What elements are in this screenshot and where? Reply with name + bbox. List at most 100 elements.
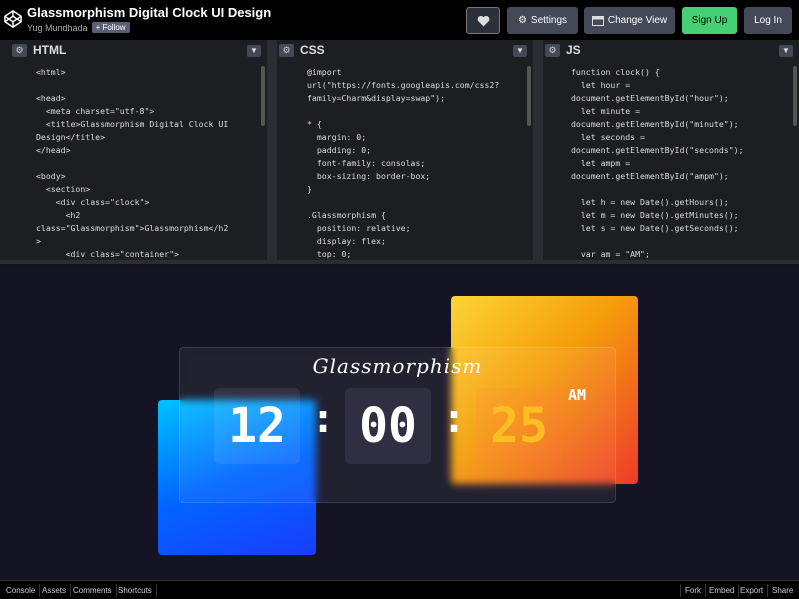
js-scrollbar[interactable]	[793, 66, 797, 126]
shortcuts-button[interactable]: Shortcuts	[114, 584, 157, 597]
code-line[interactable]	[571, 235, 793, 248]
html-scrollbar[interactable]	[261, 66, 265, 126]
layout-icon	[591, 15, 604, 26]
editor-preview-resizer[interactable]	[0, 260, 799, 264]
code-line[interactable]: let minute =	[571, 105, 793, 118]
code-line[interactable]: position: relative;	[307, 222, 527, 235]
html-panel-header: ⚙ HTML ▼	[0, 40, 267, 62]
share-button[interactable]: Share	[768, 584, 797, 597]
html-panel-title: HTML	[33, 43, 67, 57]
follow-button[interactable]: + Follow	[91, 22, 130, 33]
code-line[interactable]: display: flex;	[307, 235, 527, 248]
clock-title: Glassmorphism	[312, 354, 483, 378]
change-view-button[interactable]: Change View	[584, 7, 675, 34]
log-in-button[interactable]: Log In	[744, 7, 792, 34]
code-line[interactable]: <title>Glassmorphism Digital Clock UI	[36, 118, 261, 131]
js-editor-panel: ⚙ JS ▼ function clock() { let hour = docu…	[543, 40, 799, 260]
codepen-logo-icon[interactable]	[4, 10, 22, 28]
console-button[interactable]: Console	[2, 584, 41, 597]
js-code[interactable]: function clock() { let hour = document.ge…	[571, 66, 793, 260]
js-panel-title: JS	[566, 43, 581, 57]
code-line[interactable]	[307, 105, 527, 118]
code-line[interactable]: family=Charm&display=swap");	[307, 92, 527, 105]
code-line[interactable]: let m = new Date().getMinutes();	[571, 209, 793, 222]
settings-label: Settings	[530, 15, 568, 26]
change-view-label: Change View	[607, 15, 668, 26]
js-settings-icon[interactable]: ⚙	[545, 44, 560, 57]
code-line[interactable]: </head>	[36, 144, 261, 157]
code-line[interactable]: let seconds =	[571, 131, 793, 144]
code-line[interactable]: <html>	[36, 66, 261, 79]
code-line[interactable]: margin: 0;	[307, 131, 527, 144]
code-line[interactable]: url("https://fonts.googleapis.com/css2?	[307, 79, 527, 92]
settings-button[interactable]: ⚙ Settings	[507, 7, 578, 34]
gear-icon: ⚙	[517, 15, 527, 26]
code-line[interactable]: box-sizing: border-box;	[307, 170, 527, 183]
code-line[interactable]: >	[36, 235, 261, 248]
code-line[interactable]: document.getElementById("hour");	[571, 92, 793, 105]
minute-box: 00	[345, 388, 431, 464]
html-code[interactable]: <html> <head> <meta charset="utf-8"> <ti…	[36, 66, 261, 260]
code-line[interactable]: document.getElementById("seconds");	[571, 144, 793, 157]
embed-button[interactable]: Embed	[705, 584, 740, 597]
code-line[interactable]: Design</title>	[36, 131, 261, 144]
pen-title: Glassmorphism Digital Clock UI Design	[27, 5, 272, 20]
code-line[interactable]: let ampm =	[571, 157, 793, 170]
assets-button[interactable]: Assets	[38, 584, 72, 597]
code-line[interactable]: let h = new Date().getHours();	[571, 196, 793, 209]
html-settings-icon[interactable]: ⚙	[12, 44, 27, 57]
fork-button[interactable]: Fork	[680, 584, 706, 597]
css-scrollbar[interactable]	[527, 66, 531, 126]
html-code-area[interactable]: <html> <head> <meta charset="utf-8"> <ti…	[0, 62, 267, 260]
app-header: Glassmorphism Digital Clock UI Design Yu…	[0, 0, 799, 40]
author-name[interactable]: Yug Mundhada	[27, 23, 88, 33]
code-line[interactable]: document.getElementById("minute");	[571, 118, 793, 131]
code-line[interactable]: <div class="clock">	[36, 196, 261, 209]
code-line[interactable]: class="Glassmorphism">Glassmorphism</h2	[36, 222, 261, 235]
code-line[interactable]: top: 0;	[307, 248, 527, 260]
panel-resizer[interactable]	[267, 40, 277, 260]
code-line[interactable]: function clock() {	[571, 66, 793, 79]
css-settings-icon[interactable]: ⚙	[279, 44, 294, 57]
code-line[interactable]: let hour =	[571, 79, 793, 92]
chevron-down-icon[interactable]: ▼	[513, 45, 527, 57]
chevron-down-icon[interactable]: ▼	[247, 45, 261, 57]
code-line[interactable]: <head>	[36, 92, 261, 105]
code-line[interactable]: padding: 0;	[307, 144, 527, 157]
preview-pane: Glassmorphism 12 : 00 : 25 AM	[0, 268, 799, 580]
code-line[interactable]	[307, 196, 527, 209]
glass-clock-card: Glassmorphism 12 : 00 : 25 AM	[179, 347, 616, 503]
code-line[interactable]: <meta charset="utf-8">	[36, 105, 261, 118]
code-line[interactable]: font-family: consolas;	[307, 157, 527, 170]
panel-resizer[interactable]	[533, 40, 543, 260]
code-line[interactable]: <div class="container">	[36, 248, 261, 260]
code-line[interactable]: .Glassmorphism {	[307, 209, 527, 222]
code-line[interactable]: <section>	[36, 183, 261, 196]
code-line[interactable]: @import	[307, 66, 527, 79]
css-code-area[interactable]: @import url("https://fonts.googleapis.com…	[277, 62, 533, 260]
code-line[interactable]: document.getElementById("ampm");	[571, 170, 793, 183]
export-button[interactable]: Export	[736, 584, 769, 597]
code-line[interactable]: let s = new Date().getSeconds();	[571, 222, 793, 235]
footer-bar: Console Assets Comments Shortcuts Fork E…	[0, 580, 799, 599]
code-line[interactable]: }	[307, 183, 527, 196]
chevron-down-icon[interactable]: ▼	[779, 45, 793, 57]
js-code-area[interactable]: function clock() { let hour = document.ge…	[543, 62, 799, 260]
comments-button[interactable]: Comments	[69, 584, 117, 597]
code-line[interactable]	[36, 157, 261, 170]
author-row: Yug Mundhada + Follow	[27, 22, 130, 33]
css-code[interactable]: @import url("https://fonts.googleapis.com…	[307, 66, 527, 260]
code-line[interactable]	[36, 79, 261, 92]
code-line[interactable]	[571, 183, 793, 196]
html-editor-panel: ⚙ HTML ▼ <html> <head> <meta charset="ut…	[0, 40, 267, 260]
js-panel-header: ⚙ JS ▼	[543, 40, 799, 62]
colon-separator: :	[311, 396, 336, 442]
sign-up-button[interactable]: Sign Up	[682, 7, 737, 34]
code-line[interactable]: var am = "AM";	[571, 248, 793, 260]
code-line[interactable]: * {	[307, 118, 527, 131]
ampm-label: AM	[568, 386, 587, 404]
code-line[interactable]: <h2	[36, 209, 261, 222]
code-line[interactable]: <body>	[36, 170, 261, 183]
heart-button[interactable]	[466, 7, 500, 34]
css-editor-panel: ⚙ CSS ▼ @import url("https://fonts.google…	[277, 40, 533, 260]
